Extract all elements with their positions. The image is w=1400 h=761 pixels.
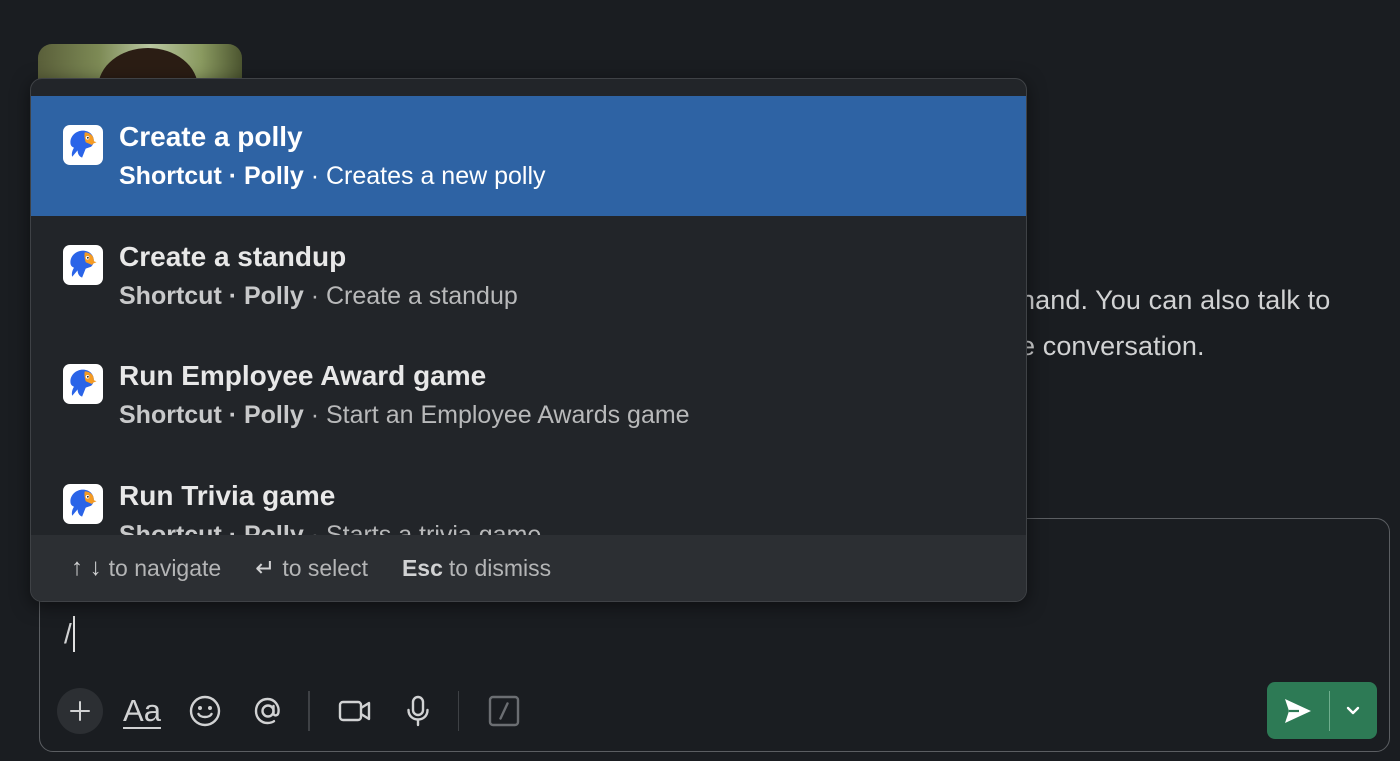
- navigate-hint-label: to navigate: [108, 554, 222, 581]
- shortcut-list: Create a polly Shortcut · Polly · Creates…: [31, 96, 1026, 536]
- esc-key-label: Esc: [401, 554, 443, 581]
- shortcut-item-source: Shortcut · Polly: [119, 520, 304, 537]
- shortcut-item-description: · Creates a new polly: [310, 162, 546, 190]
- polly-app-icon: [63, 483, 103, 524]
- navigate-hint: ↑ ↓ to navigate: [71, 554, 221, 582]
- shortcut-item-title: Create a standup: [119, 240, 347, 272]
- shortcuts-button[interactable]: [481, 688, 527, 734]
- chevron-down-icon: [1346, 706, 1360, 714]
- toolbar-divider: [308, 691, 310, 731]
- shortcut-item-subtitle: Shortcut · Polly · Start an Employee Awa…: [119, 401, 690, 430]
- shortcut-item-subtitle: Shortcut · Polly · Starts a trivia game: [119, 521, 541, 537]
- shortcut-item-title: Run Employee Award game: [119, 360, 487, 391]
- mention-icon: [254, 697, 280, 725]
- message-text-line-2: e conversation.: [1020, 331, 1205, 361]
- shortcut-item[interactable]: Create a standup Shortcut · Polly · Creat…: [31, 216, 1026, 336]
- send-icon: [1285, 698, 1311, 723]
- video-clip-button[interactable]: [332, 688, 378, 734]
- mention-button[interactable]: [245, 688, 291, 734]
- shortcut-item[interactable]: Run Trivia game Shortcut · Polly · Starts…: [31, 455, 1026, 537]
- schedule-send-dropdown[interactable]: [1330, 682, 1376, 739]
- format-icon: Aa: [123, 693, 161, 728]
- microphone-icon: [406, 695, 429, 727]
- message-text-line-1: hand. You can also talk to: [1020, 285, 1331, 315]
- shortcut-item-subtitle: Shortcut · Polly · Creates a new polly: [119, 162, 546, 191]
- attach-button[interactable]: [57, 688, 103, 734]
- message-input[interactable]: /: [64, 614, 75, 654]
- shortcut-item[interactable]: Create a polly Shortcut · Polly · Creates…: [31, 96, 1026, 216]
- shortcut-autocomplete-popup: Create a polly Shortcut · Polly · Creates…: [30, 78, 1027, 602]
- shortcut-item-title: Create a polly: [119, 121, 303, 152]
- shortcut-item-source: Shortcut · Polly: [119, 162, 304, 190]
- send-button[interactable]: [1267, 682, 1329, 739]
- select-hint-label: to select: [282, 554, 368, 581]
- emoji-button[interactable]: [182, 688, 228, 734]
- enter-key-icon: ↵: [255, 554, 276, 582]
- message-input-value: /: [64, 618, 72, 649]
- select-hint: ↵ to select: [255, 554, 368, 583]
- shortcut-item-description: · Start an Employee Awards game: [310, 401, 690, 429]
- text-caret: [72, 616, 75, 652]
- dismiss-hint-label: to dismiss: [448, 554, 552, 581]
- shortcut-item-source: Shortcut · Polly: [119, 401, 304, 429]
- dismiss-hint: Esc to dismiss: [402, 555, 551, 582]
- shortcut-item-subtitle: Shortcut · Polly · Create a standup: [119, 282, 518, 311]
- polly-app-icon: [63, 125, 103, 165]
- slack-channel-view: hand. You can also talk to e conversatio…: [0, 0, 1400, 761]
- polly-app-icon: [63, 244, 103, 285]
- composer-toolbar: Aa: [57, 688, 544, 734]
- shortcut-item-source: Shortcut · Polly: [119, 281, 304, 310]
- audio-clip-button[interactable]: [395, 688, 441, 734]
- shortcut-item-title: Run Trivia game: [119, 479, 336, 511]
- arrow-keys-icon: ↑ ↓: [71, 554, 102, 581]
- video-icon: [338, 700, 370, 722]
- shortcut-item-description: · Starts a trivia game: [310, 520, 542, 537]
- popup-footer: ↑ ↓ to navigate ↵ to select Esc to dismi…: [31, 535, 1026, 601]
- polly-app-icon: [63, 364, 103, 404]
- send-button-group: [1267, 682, 1377, 739]
- shortcut-item[interactable]: Run Employee Award game Shortcut · Polly …: [31, 335, 1026, 455]
- emoji-icon: [189, 695, 221, 727]
- slash-command-icon: [488, 695, 520, 727]
- shortcut-item-description: · Create a standup: [310, 281, 518, 310]
- plus-icon: [70, 701, 90, 721]
- toolbar-divider: [457, 691, 459, 731]
- format-button[interactable]: Aa: [119, 688, 165, 734]
